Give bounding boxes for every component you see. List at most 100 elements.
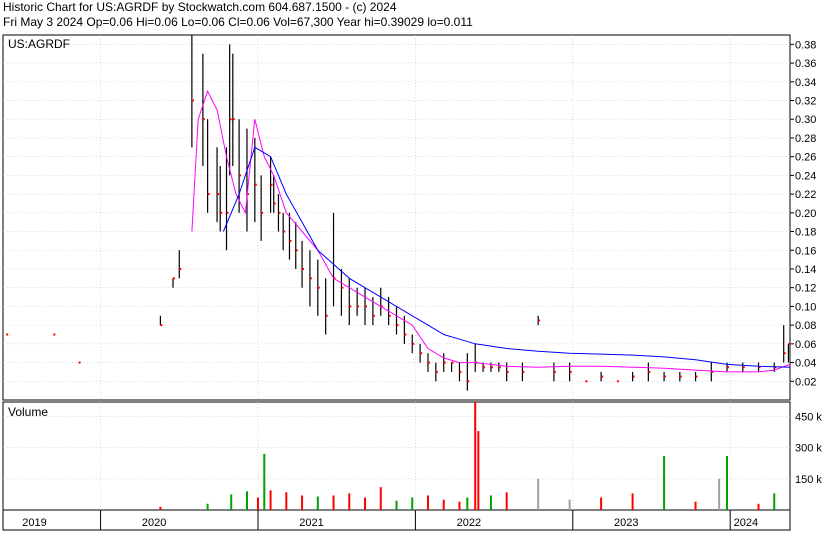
price-close-tick [53, 333, 56, 336]
volume-tick-label: 450 k [795, 412, 822, 424]
date-axis-frame [2, 509, 791, 531]
price-close-tick [483, 366, 486, 369]
price-close-tick [202, 118, 205, 121]
volume-panel-frame [2, 401, 791, 511]
price-close-tick [226, 211, 229, 214]
price-close-tick [289, 239, 292, 242]
x-tick-label: 2019 [22, 517, 46, 529]
price-close-tick [679, 375, 682, 378]
price-close-tick [6, 333, 9, 336]
price-close-tick [435, 370, 438, 373]
price-close-tick [427, 361, 430, 364]
volume-bar [379, 487, 382, 510]
price-close-tick [459, 370, 462, 373]
price-close-tick [490, 366, 493, 369]
price-close-tick [467, 380, 470, 383]
price-close-tick [283, 230, 286, 233]
volume-bar [474, 402, 477, 510]
x-tick-label: 2024 [734, 517, 758, 529]
price-close-tick [261, 211, 264, 214]
price-close-tick [506, 370, 509, 373]
price-close-tick [498, 366, 501, 369]
volume-bar [364, 497, 367, 510]
price-tick-label: 0.34 [795, 77, 816, 89]
price-close-tick [616, 380, 619, 383]
volume-bar [505, 492, 508, 510]
price-close-tick [569, 370, 572, 373]
price-close-tick [727, 366, 730, 369]
volume-bar [442, 499, 445, 510]
price-close-tick [349, 305, 352, 308]
volume-bar [694, 501, 697, 510]
volume-bar [458, 501, 461, 510]
price-panel-frame [2, 34, 791, 401]
price-close-tick [388, 314, 391, 317]
price-tick-label: 0.24 [795, 170, 816, 182]
price-close-tick [191, 99, 194, 102]
price-tick-label: 0.10 [795, 301, 816, 313]
moving-average-short-line [191, 89, 791, 373]
volume-bar [159, 506, 162, 510]
price-close-tick [172, 277, 175, 280]
price-close-tick [341, 286, 344, 289]
price-tick-label: 0.32 [795, 96, 816, 108]
price-tick-label: 0.16 [795, 245, 816, 257]
volume-panel-label: Volume [8, 405, 48, 419]
price-tick-label: 0.28 [795, 133, 816, 145]
price-close-tick [295, 249, 298, 252]
price-tick-label: 0.06 [795, 339, 816, 351]
price-close-tick [742, 366, 745, 369]
price-close-tick [302, 267, 305, 270]
price-tick-label: 0.08 [795, 320, 816, 332]
price-close-tick [451, 361, 454, 364]
price-close-tick [695, 375, 698, 378]
volume-tick-label: 150 k [795, 474, 822, 486]
price-close-tick [325, 314, 328, 317]
volume-bar [489, 495, 492, 510]
price-tick-label: 0.20 [795, 208, 816, 220]
price-close-tick [278, 211, 281, 214]
price-tick-label: 0.18 [795, 227, 816, 239]
price-close-tick [443, 361, 446, 364]
volume-bar [256, 497, 259, 510]
price-tick-label: 0.26 [795, 152, 816, 164]
price-tick-label: 0.02 [795, 376, 816, 388]
price-close-tick [78, 361, 81, 364]
price-close-tick [783, 352, 786, 355]
stock-chart: 0.38 0.36 0.34 0.32 0.30 0.28 0.26 0.24 0.22 0.20… [2, 34, 822, 531]
price-close-tick [220, 211, 223, 214]
price-close-tick [309, 277, 312, 280]
volume-bar [477, 431, 480, 510]
x-tick-label: 2021 [299, 517, 323, 529]
price-close-tick [217, 193, 220, 196]
volume-bar [426, 495, 429, 510]
price-close-tick [357, 305, 360, 308]
price-close-tick [664, 375, 667, 378]
volume-bar [316, 496, 319, 510]
price-panel-label: US:AGRDF [8, 37, 70, 51]
volume-bar [411, 497, 414, 510]
price-close-tick [273, 202, 276, 205]
price-tick-label: 0.30 [795, 114, 816, 126]
price-close-tick [270, 183, 273, 186]
price-close-tick [632, 375, 635, 378]
price-close-tick [648, 370, 651, 373]
price-tick-label: 0.14 [795, 264, 816, 276]
price-close-tick [553, 370, 556, 373]
price-tick-label: 0.36 [795, 58, 816, 70]
volume-bar [206, 503, 209, 510]
x-tick-label: 2022 [457, 517, 481, 529]
price-close-tick [538, 319, 541, 322]
price-close-tick [404, 333, 407, 336]
price-close-tick [412, 342, 415, 345]
price-close-tick [160, 324, 163, 327]
volume-bar [230, 494, 233, 510]
volume-bar [245, 491, 248, 510]
price-close-tick [179, 267, 182, 270]
volume-bar [348, 493, 351, 510]
volume-bar [726, 456, 729, 510]
price-close-tick [372, 314, 375, 317]
price-close-tick [522, 370, 525, 373]
x-tick-label: 2020 [142, 517, 166, 529]
price-close-tick [420, 352, 423, 355]
